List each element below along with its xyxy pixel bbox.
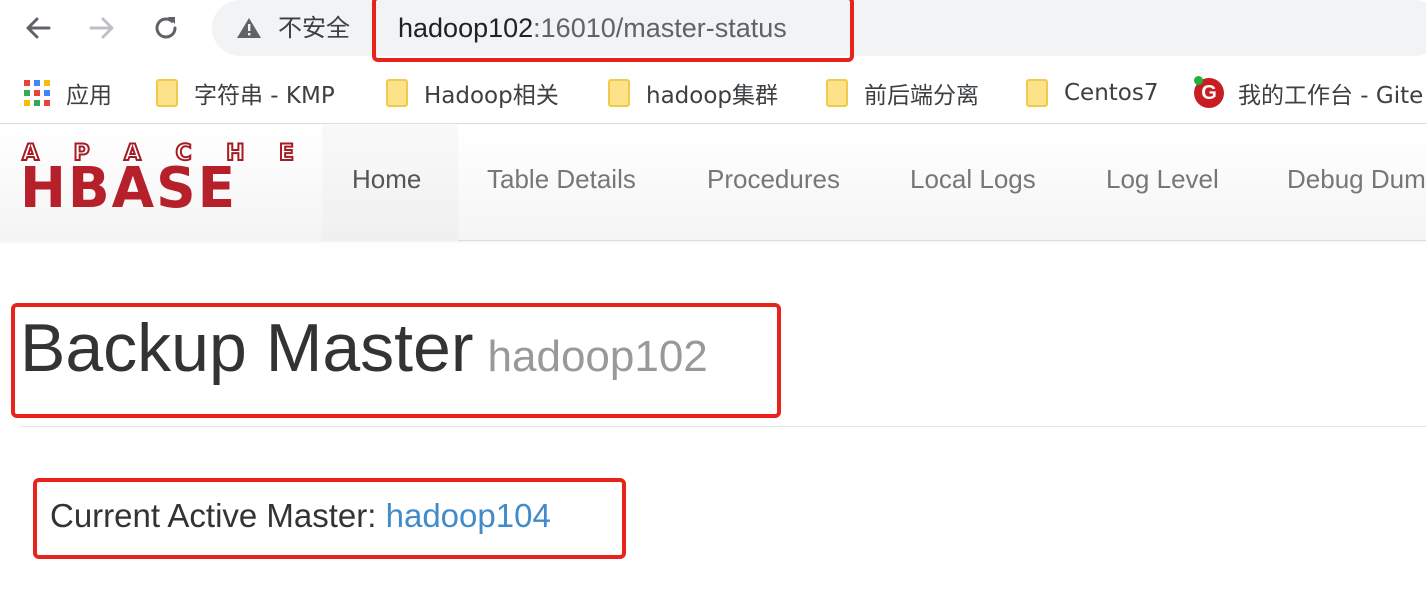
- bookmark-label: Hadoop相关: [424, 83, 559, 109]
- url-path: :16010/master-status: [533, 13, 787, 43]
- nav-local-logs[interactable]: Local Logs: [910, 163, 1036, 195]
- bookmark-label: Centos7: [1064, 80, 1159, 106]
- logo-apache-letter: E: [278, 141, 295, 166]
- folder-icon: [156, 79, 178, 107]
- bookmark-label: hadoop集群: [646, 83, 779, 109]
- back-button[interactable]: [16, 8, 60, 48]
- active-master-label: Current Active Master:: [50, 497, 377, 534]
- bookmark-folder-kmp[interactable]: 字符串 - KMP: [156, 75, 335, 111]
- active-master-line: Current Active Master: hadoop104: [50, 496, 551, 536]
- bookmark-label: 我的工作台 - Gite: [1238, 83, 1424, 109]
- browser-toolbar: 不安全 hadoop102:16010/master-status: [0, 0, 1426, 60]
- bookmark-folder-centos7[interactable]: Centos7: [1026, 75, 1159, 111]
- gitee-icon: G: [1194, 76, 1224, 108]
- hbase-navbar: APACHE HBASE Home Table Details Procedur…: [0, 125, 1426, 241]
- warning-triangle-icon: [237, 18, 261, 38]
- bookmark-gitee[interactable]: G 我的工作台 - Gite: [1194, 75, 1423, 111]
- nav-procedures[interactable]: Procedures: [707, 163, 840, 195]
- bookmark-label: 应用: [66, 83, 112, 109]
- nav-debug-dump[interactable]: Debug Dum: [1287, 163, 1426, 195]
- logo-hbase-text: HBASE: [20, 156, 238, 221]
- apps-grid-icon: [24, 80, 50, 106]
- security-status-label[interactable]: 不安全: [278, 12, 350, 44]
- folder-icon: [608, 79, 630, 107]
- bookmark-folder-hadoop[interactable]: Hadoop相关: [386, 75, 559, 111]
- page-title-host: hadoop102: [487, 332, 708, 381]
- bookmark-label: 前后端分离: [864, 83, 979, 109]
- nav-table-details[interactable]: Table Details: [487, 163, 636, 195]
- bookmark-folder-frontend-backend[interactable]: 前后端分离: [826, 75, 979, 111]
- page-title-text: Backup Master: [20, 310, 474, 386]
- address-bar[interactable]: 不安全 hadoop102:16010/master-status: [212, 0, 1426, 56]
- title-divider: [20, 426, 1426, 427]
- bookmark-folder-hadoop-cluster[interactable]: hadoop集群: [608, 75, 778, 111]
- page-title: Backup Master hadoop102: [20, 310, 708, 405]
- nav-home[interactable]: Home: [352, 163, 421, 195]
- reload-icon: [155, 17, 177, 39]
- nav-log-level[interactable]: Log Level: [1106, 163, 1219, 195]
- bookmark-label: 字符串 - KMP: [194, 83, 335, 109]
- url-text[interactable]: hadoop102:16010/master-status: [398, 12, 787, 44]
- folder-icon: [386, 79, 408, 107]
- folder-icon: [826, 79, 848, 107]
- bookmarks-bar: 应用 字符串 - KMP Hadoop相关 hadoop集群 前后端分离 Cen…: [0, 62, 1426, 124]
- bookmark-apps[interactable]: 应用: [24, 75, 112, 111]
- reload-button[interactable]: [144, 8, 188, 48]
- active-master-link[interactable]: hadoop104: [386, 497, 551, 534]
- forward-arrow-icon: [89, 17, 114, 39]
- url-host: hadoop102: [398, 13, 534, 43]
- folder-icon: [1026, 79, 1048, 107]
- back-arrow-icon: [26, 17, 51, 39]
- forward-button[interactable]: [80, 8, 124, 48]
- hbase-logo[interactable]: APACHE HBASE: [20, 141, 295, 221]
